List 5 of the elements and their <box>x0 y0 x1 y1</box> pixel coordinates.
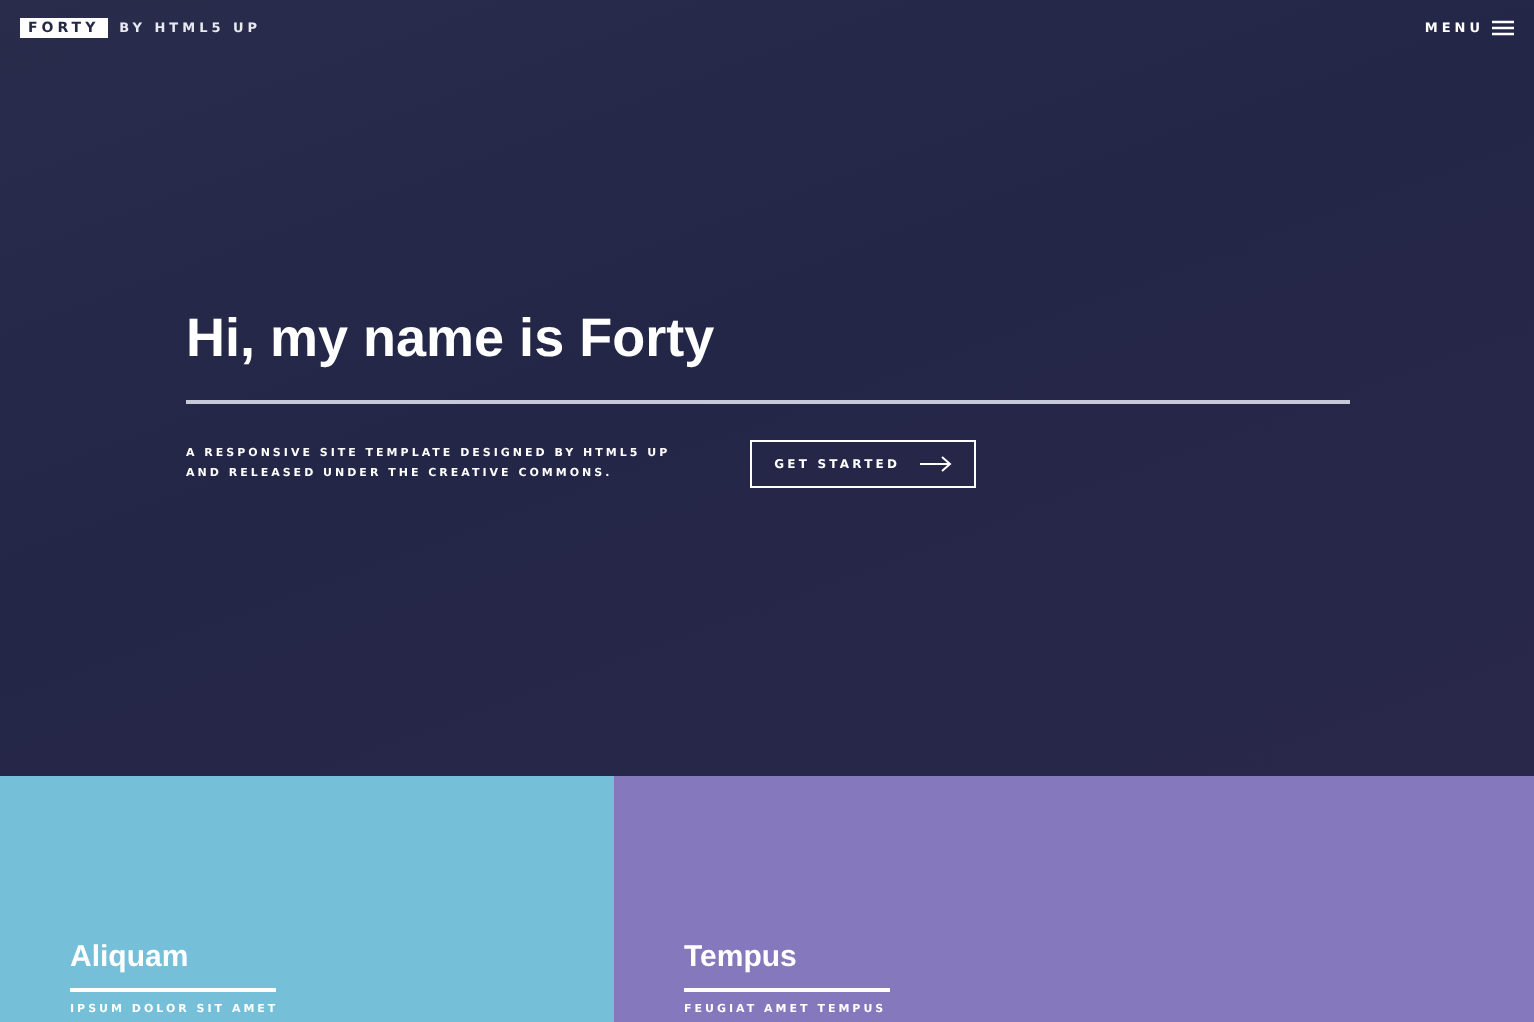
menu-icon <box>1492 20 1514 36</box>
banner-title: Hi, my name is Forty <box>186 308 717 370</box>
arrow-right-icon <box>920 456 953 472</box>
tile-title: Tempus <box>684 940 797 974</box>
tile-title: Aliquam <box>70 940 189 974</box>
